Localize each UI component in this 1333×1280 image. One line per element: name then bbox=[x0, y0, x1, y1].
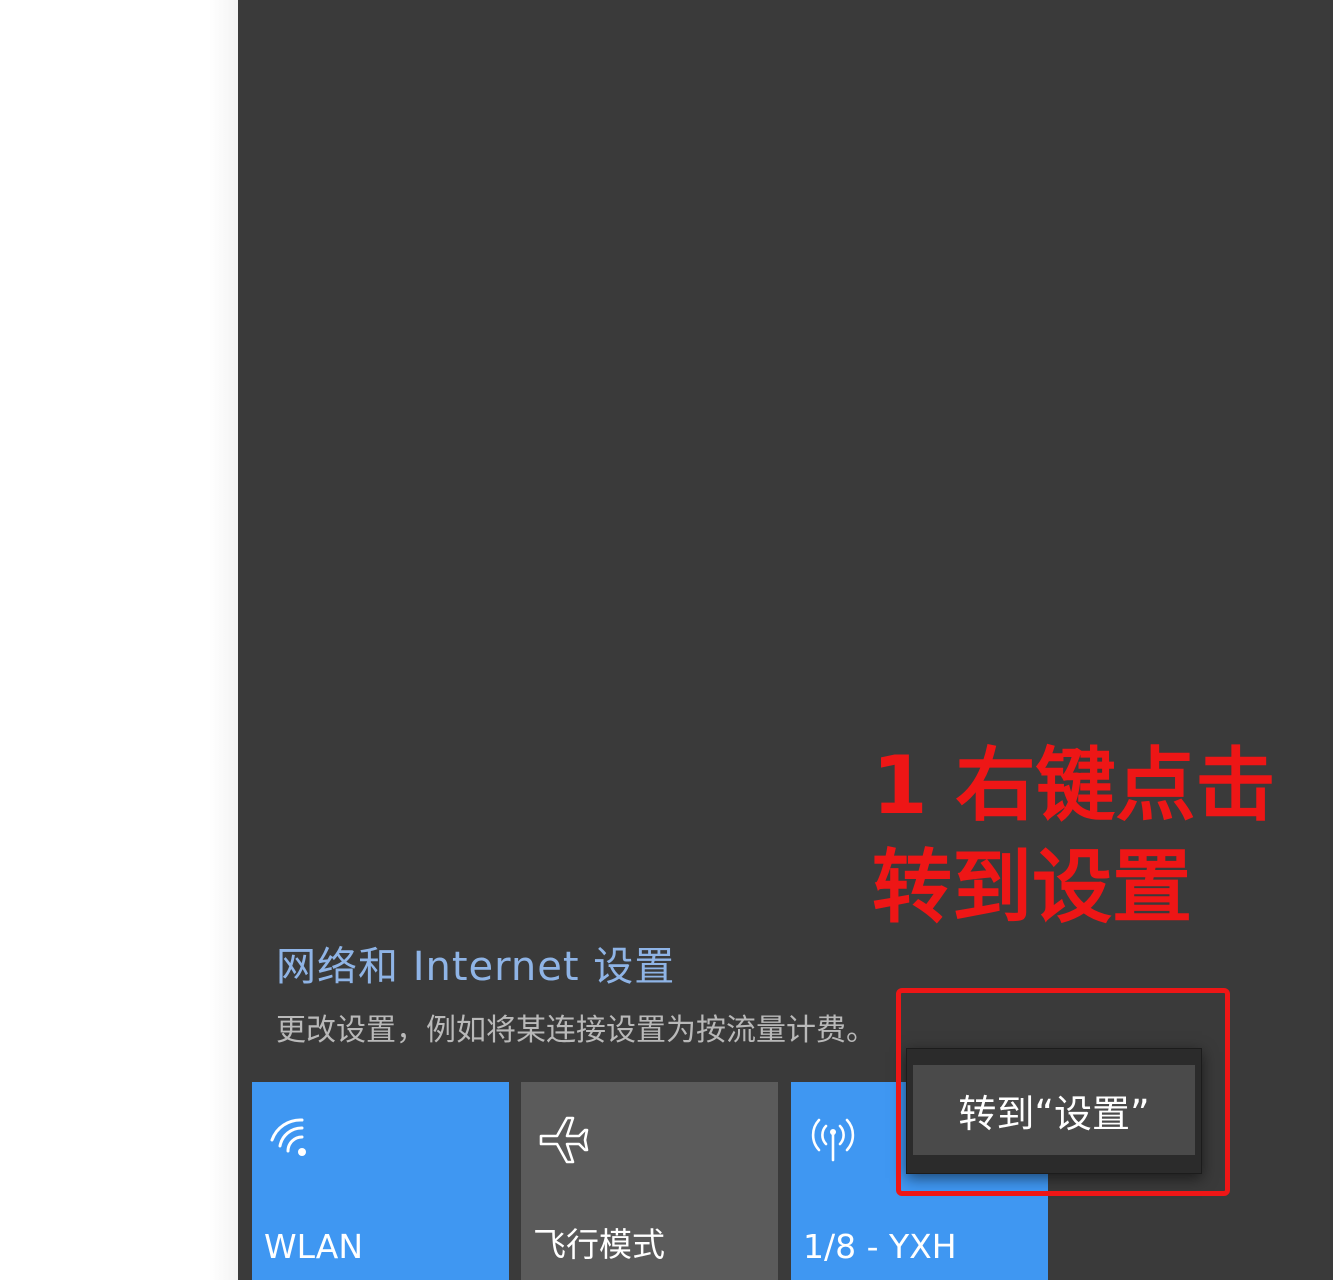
network-settings-link[interactable]: 网络和 Internet 设置 bbox=[276, 934, 675, 992]
airplane-icon bbox=[539, 1116, 589, 1164]
annotation-text: 1 右键点击 转到设置 bbox=[872, 735, 1276, 939]
annotation-line-1: 1 右键点击 bbox=[872, 739, 1276, 832]
context-menu: 转到“设置” bbox=[906, 1048, 1202, 1174]
quick-action-label: 1/8 - YXH bbox=[803, 1227, 957, 1266]
desktop-background bbox=[0, 0, 238, 1280]
network-settings-description: 更改设置，例如将某连接设置为按流量计费。 bbox=[276, 1013, 876, 1048]
quick-action-airplane-mode[interactable]: 飞行模式 bbox=[521, 1082, 778, 1280]
mobile-hotspot-icon bbox=[811, 1118, 855, 1162]
quick-action-wlan[interactable]: WLAN bbox=[252, 1082, 509, 1280]
quick-action-label: WLAN bbox=[264, 1227, 364, 1266]
go-to-settings-menu-item[interactable]: 转到“设置” bbox=[913, 1065, 1195, 1155]
annotation-line-2: 转到设置 bbox=[872, 841, 1192, 934]
quick-action-label: 飞行模式 bbox=[533, 1225, 665, 1264]
wifi-icon bbox=[270, 1118, 306, 1156]
